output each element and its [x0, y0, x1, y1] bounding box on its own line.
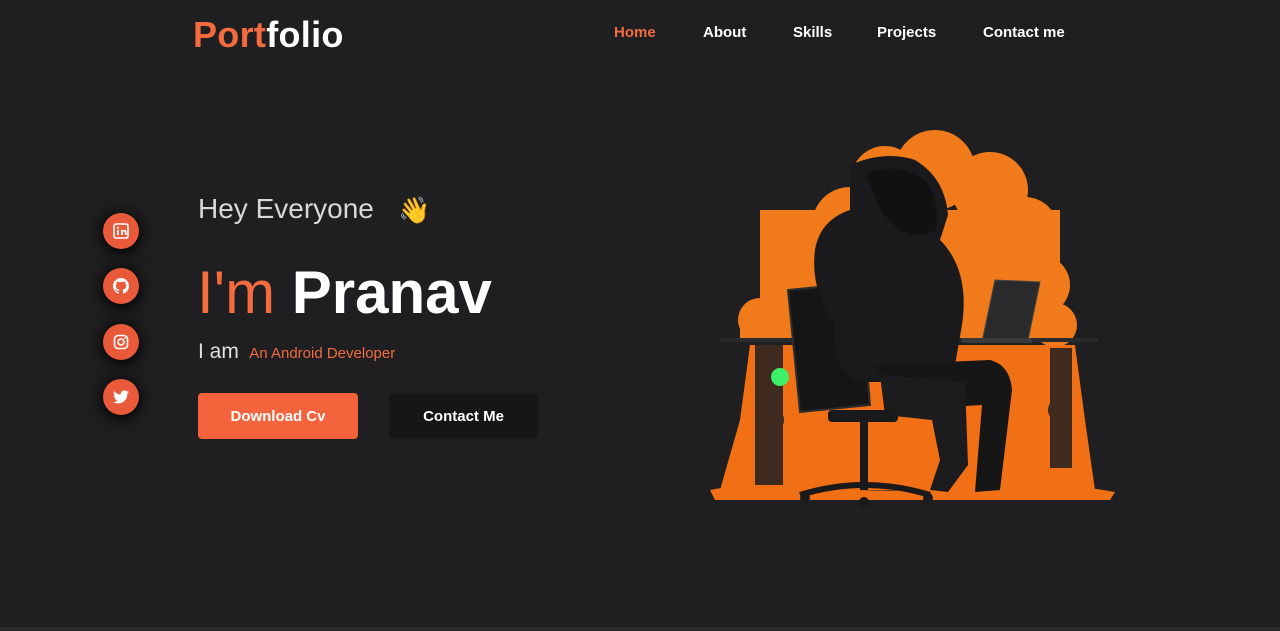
wave-emoji: 👋	[398, 195, 431, 225]
role-line: I am An Android Developer	[198, 340, 395, 364]
nav-projects[interactable]: Projects	[877, 24, 936, 41]
status-dot	[771, 368, 789, 386]
hero-name: I'm Pranav	[197, 258, 492, 328]
i-am-text: I am	[198, 340, 239, 363]
nav-home[interactable]: Home	[614, 24, 656, 41]
greeting-text: Hey Everyone	[198, 193, 374, 224]
name-text: Pranav	[291, 259, 492, 326]
instagram-icon	[113, 334, 129, 350]
linkedin-icon	[113, 223, 129, 239]
bottom-divider	[0, 627, 1280, 631]
github-button[interactable]	[103, 268, 139, 304]
main-nav: Home About Skills Projects Contact me	[0, 24, 1280, 46]
portfolio-page: Portfolio Home About Skills Projects Con…	[0, 0, 1280, 631]
developer-illustration	[710, 130, 1115, 507]
download-cv-button[interactable]: Download Cv	[198, 393, 358, 439]
instagram-button[interactable]	[103, 324, 139, 360]
nav-contact[interactable]: Contact me	[983, 24, 1065, 41]
im-prefix: I'm	[197, 259, 276, 326]
contact-me-button[interactable]: Contact Me	[389, 393, 538, 439]
github-icon	[113, 278, 129, 294]
twitter-button[interactable]	[103, 379, 139, 415]
nav-skills[interactable]: Skills	[793, 24, 832, 41]
role-text: An Android Developer	[249, 345, 396, 362]
twitter-icon	[113, 390, 129, 404]
nav-about[interactable]: About	[703, 24, 746, 41]
linkedin-button[interactable]	[103, 213, 139, 249]
